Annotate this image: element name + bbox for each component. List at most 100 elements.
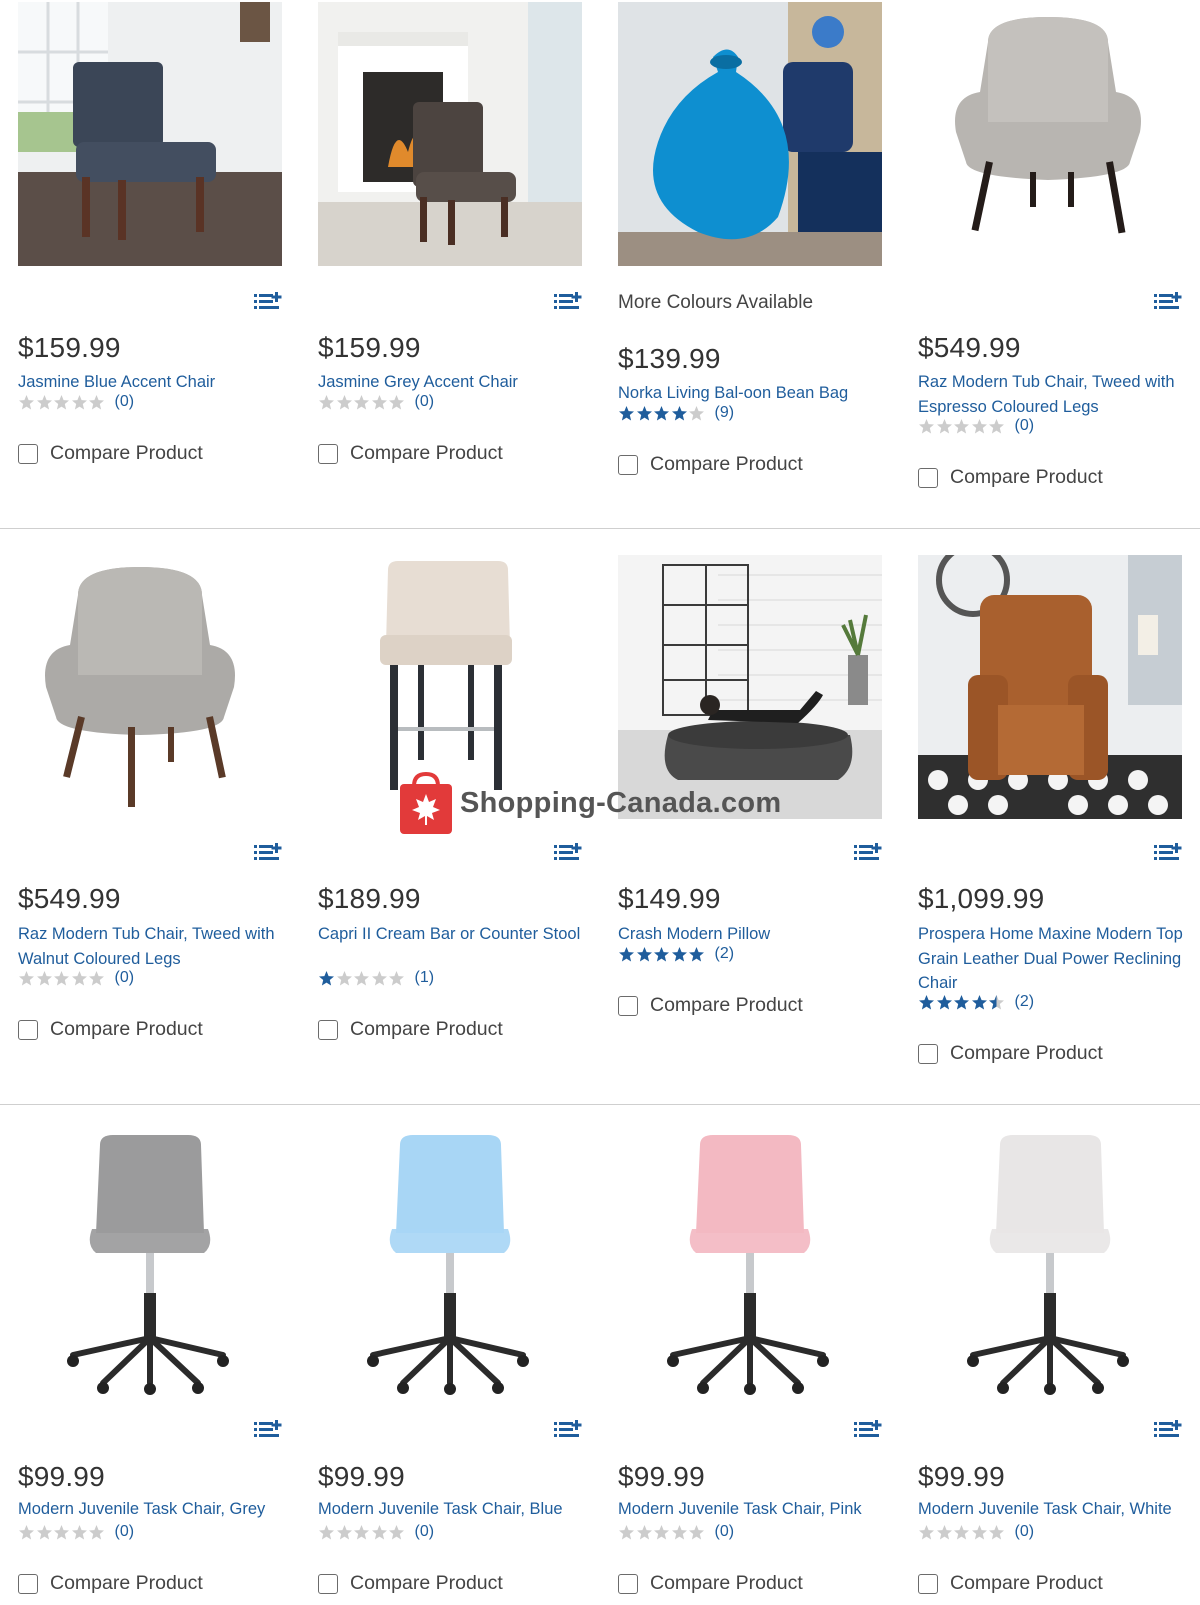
checkbox[interactable]	[918, 1573, 938, 1594]
product-image[interactable]	[918, 1133, 1182, 1397]
review-count[interactable]: (0)	[1015, 1523, 1035, 1541]
star-rating	[318, 394, 406, 411]
row-divider	[0, 528, 1200, 529]
checkbox[interactable]	[18, 1573, 38, 1594]
compare-product-checkbox[interactable]: Compare Product	[918, 466, 1103, 489]
review-count[interactable]: (2)	[715, 945, 735, 963]
review-count[interactable]: (2)	[1015, 993, 1035, 1011]
add-to-list-icon[interactable]	[1154, 290, 1182, 312]
compare-product-checkbox[interactable]: Compare Product	[18, 1018, 203, 1041]
review-count[interactable]: (0)	[715, 1523, 735, 1541]
product-image[interactable]	[18, 2, 282, 266]
product-image[interactable]	[918, 555, 1182, 819]
product-image[interactable]	[318, 1133, 582, 1397]
star-rating	[618, 946, 706, 963]
product-name-link[interactable]: Norka Living Bal-oon Bean Bag	[618, 381, 886, 406]
add-to-list-icon[interactable]	[254, 1418, 282, 1440]
product-image[interactable]	[618, 1133, 882, 1397]
product-rating: (2)	[918, 992, 1034, 1012]
star-empty-icon	[971, 418, 987, 433]
checkbox[interactable]	[618, 454, 638, 475]
product-rating: (0)	[618, 1522, 734, 1542]
star-empty-icon	[954, 418, 969, 433]
star-empty-icon	[36, 1524, 52, 1539]
review-count[interactable]: (0)	[115, 393, 135, 411]
star-rating	[318, 1524, 406, 1541]
product-rating: (1)	[318, 968, 434, 988]
star-empty-icon	[971, 1524, 987, 1539]
product-price: $159.99	[318, 332, 421, 363]
compare-label: Compare Product	[650, 453, 803, 475]
review-count[interactable]: (9)	[715, 404, 735, 422]
star-rating	[18, 970, 106, 987]
checkbox[interactable]	[618, 995, 638, 1016]
star-rating	[18, 1524, 106, 1541]
star-empty-icon	[89, 1524, 104, 1539]
review-count[interactable]: (0)	[415, 393, 435, 411]
compare-label: Compare Product	[350, 1018, 503, 1040]
compare-product-checkbox[interactable]: Compare Product	[918, 1042, 1103, 1065]
checkbox[interactable]	[918, 467, 938, 488]
checkbox[interactable]	[918, 1043, 938, 1064]
add-to-list-icon[interactable]	[254, 841, 282, 863]
product-rating: (0)	[918, 1522, 1034, 1542]
product-rating: (0)	[18, 1522, 134, 1542]
compare-product-checkbox[interactable]: Compare Product	[318, 1018, 503, 1041]
compare-product-checkbox[interactable]: Compare Product	[18, 1572, 203, 1595]
product-image[interactable]	[618, 2, 882, 266]
checkbox[interactable]	[618, 1573, 638, 1594]
compare-product-checkbox[interactable]: Compare Product	[18, 442, 203, 465]
product-price: $159.99	[18, 332, 121, 363]
compare-product-checkbox[interactable]: Compare Product	[918, 1572, 1103, 1595]
checkbox[interactable]	[318, 443, 338, 464]
product-image[interactable]	[918, 2, 1182, 266]
add-to-list-icon[interactable]	[554, 290, 582, 312]
checkbox[interactable]	[318, 1019, 338, 1040]
star-empty-icon	[654, 1524, 669, 1539]
star-empty-icon	[689, 405, 704, 420]
compare-product-checkbox[interactable]: Compare Product	[618, 453, 803, 476]
checkbox[interactable]	[18, 443, 38, 464]
star-empty-icon	[936, 418, 952, 433]
product-image[interactable]	[18, 1133, 282, 1397]
star-empty-icon	[689, 1524, 704, 1539]
product-name-link[interactable]: Modern Juvenile Task Chair, Pink	[618, 1497, 886, 1522]
star-filled-icon	[671, 946, 687, 961]
row-divider	[0, 1104, 1200, 1105]
add-to-list-icon[interactable]	[254, 290, 282, 312]
review-count[interactable]: (0)	[1015, 417, 1035, 435]
product-name-link[interactable]: Modern Juvenile Task Chair, Grey	[18, 1497, 286, 1522]
star-empty-icon	[71, 1524, 87, 1539]
product-name-link[interactable]: Capri II Cream Bar or Counter Stool	[318, 922, 586, 947]
product-name-link[interactable]: Prospera Home Maxine Modern Top Grain Le…	[918, 922, 1186, 996]
compare-product-checkbox[interactable]: Compare Product	[618, 1572, 803, 1595]
review-count[interactable]: (0)	[415, 1523, 435, 1541]
product-name-link[interactable]: Jasmine Grey Accent Chair	[318, 370, 586, 395]
compare-product-checkbox[interactable]: Compare Product	[618, 994, 803, 1017]
star-empty-icon	[71, 970, 87, 985]
checkbox[interactable]	[18, 1019, 38, 1040]
product-image[interactable]	[318, 2, 582, 266]
product-name-link[interactable]: Raz Modern Tub Chair, Tweed with Espress…	[918, 370, 1186, 419]
add-to-list-icon[interactable]	[854, 841, 882, 863]
product-name-link[interactable]: Jasmine Blue Accent Chair	[18, 370, 286, 395]
checkbox[interactable]	[318, 1573, 338, 1594]
product-name-link[interactable]: Crash Modern Pillow	[618, 922, 886, 947]
review-count[interactable]: (0)	[115, 969, 135, 987]
star-empty-icon	[336, 1524, 352, 1539]
review-count[interactable]: (0)	[115, 1523, 135, 1541]
add-to-list-icon[interactable]	[554, 1418, 582, 1440]
product-price: $1,099.99	[918, 883, 1045, 914]
product-image[interactable]	[18, 555, 282, 819]
add-to-list-icon[interactable]	[1154, 841, 1182, 863]
star-empty-icon	[989, 1524, 1004, 1539]
review-count[interactable]: (1)	[415, 969, 435, 987]
compare-product-checkbox[interactable]: Compare Product	[318, 1572, 503, 1595]
product-name-link[interactable]: Modern Juvenile Task Chair, White	[918, 1497, 1186, 1522]
add-to-list-icon[interactable]	[1154, 1418, 1182, 1440]
add-to-list-icon[interactable]	[554, 841, 582, 863]
add-to-list-icon[interactable]	[854, 1418, 882, 1440]
product-name-link[interactable]: Modern Juvenile Task Chair, Blue	[318, 1497, 586, 1522]
product-name-link[interactable]: Raz Modern Tub Chair, Tweed with Walnut …	[18, 922, 286, 971]
compare-product-checkbox[interactable]: Compare Product	[318, 442, 503, 465]
